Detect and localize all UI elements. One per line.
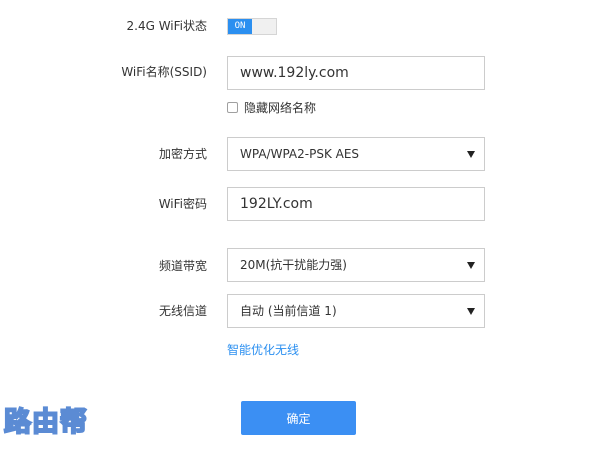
- encryption-select[interactable]: WPA/WPA2-PSK AES: [227, 137, 485, 171]
- ssid-input[interactable]: [227, 56, 485, 90]
- dropdown-arrow-icon: [467, 151, 475, 158]
- password-label: WiFi密码: [158, 197, 207, 211]
- channel-select[interactable]: 自动 (当前信道 1): [227, 294, 485, 328]
- encryption-label: 加密方式: [158, 147, 207, 161]
- password-input[interactable]: [227, 187, 485, 221]
- watermark-logo: 路由帮: [3, 406, 88, 439]
- bandwidth-label: 频道带宽: [158, 259, 207, 273]
- bandwidth-selected-value: 20M(抗干扰能力强): [240, 258, 347, 272]
- toggle-on-indicator: ON: [228, 19, 252, 34]
- smart-optimize-link[interactable]: 智能优化无线: [227, 342, 299, 358]
- wifi-status-toggle[interactable]: ON: [227, 18, 277, 35]
- channel-selected-value: 自动 (当前信道 1): [240, 304, 337, 318]
- wifi-status-label: 2.4G WiFi状态: [126, 19, 208, 33]
- dropdown-arrow-icon: [467, 262, 475, 269]
- confirm-button[interactable]: 确定: [241, 401, 356, 435]
- bandwidth-select[interactable]: 20M(抗干扰能力强): [227, 248, 485, 282]
- hide-ssid-label: 隐藏网络名称: [244, 101, 317, 115]
- encryption-selected-value: WPA/WPA2-PSK AES: [240, 147, 360, 161]
- ssid-label: WiFi名称(SSID): [121, 65, 207, 79]
- channel-label: 无线信道: [158, 304, 207, 318]
- hide-ssid-checkbox[interactable]: [227, 102, 238, 113]
- dropdown-arrow-icon: [467, 308, 475, 315]
